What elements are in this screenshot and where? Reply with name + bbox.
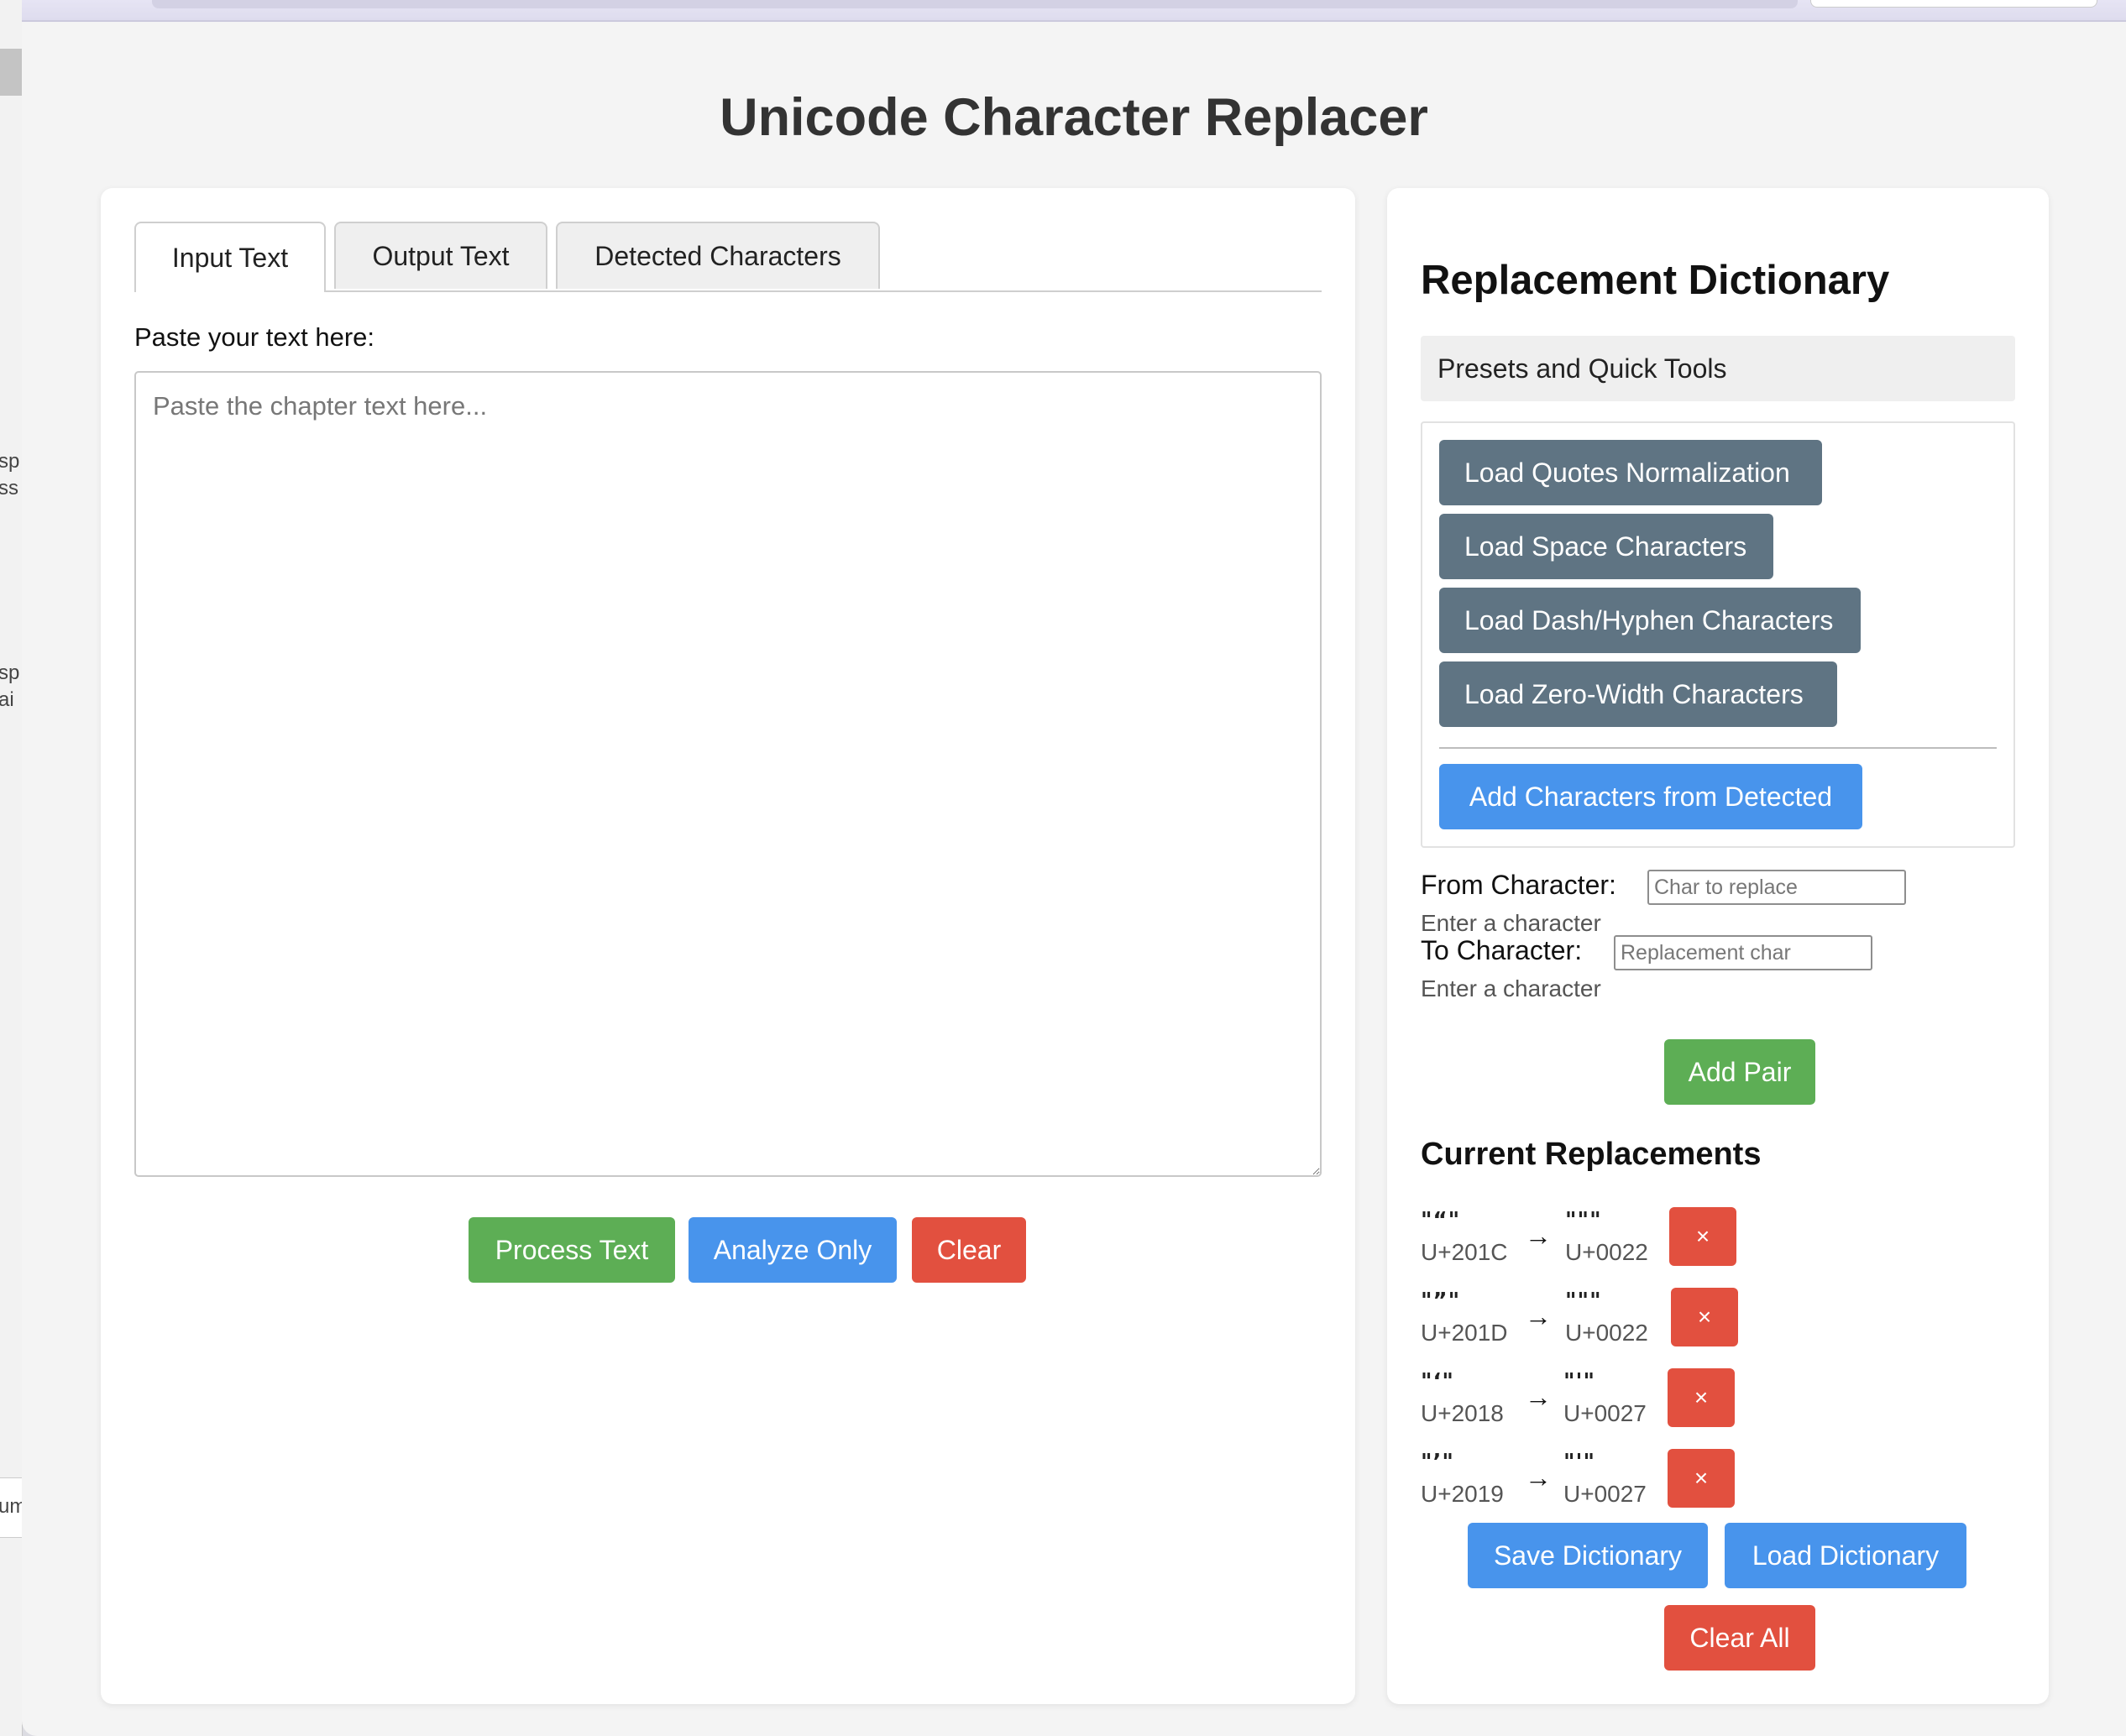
- delete-replacement-button[interactable]: ×: [1671, 1288, 1738, 1346]
- text-panel: Input Text Output Text Detected Characte…: [101, 188, 1355, 1704]
- load-zero-width-button[interactable]: Load Zero-Width Characters: [1439, 661, 1837, 727]
- address-bar[interactable]: [152, 0, 1798, 8]
- clear-all-button[interactable]: Clear All: [1664, 1605, 1815, 1671]
- clear-button[interactable]: Clear: [912, 1217, 1026, 1283]
- background-window: sp ss sp ai um: [0, 0, 26, 1736]
- background-text-fragment: ss: [0, 477, 18, 499]
- app-page: Unicode Character Replacer Input Text Ou…: [22, 22, 2126, 1736]
- to-char: """: [1565, 1289, 1602, 1314]
- arrow-right-icon: →: [1525, 1462, 1552, 1493]
- to-character-input[interactable]: [1614, 935, 1872, 970]
- to-codepoint: U+0022: [1565, 1239, 1648, 1265]
- delete-replacement-button[interactable]: ×: [1668, 1449, 1735, 1508]
- from-character-input[interactable]: [1647, 870, 1906, 905]
- page-title: Unicode Character Replacer: [720, 88, 1428, 147]
- from-char: "’": [1421, 1450, 1454, 1475]
- browser-toolbar-strip: [22, 0, 2126, 22]
- tab-output-text[interactable]: Output Text: [334, 222, 547, 289]
- presets-divider: [1439, 747, 1997, 749]
- replacement-row: "‘" U+2018 → "'" U+0027 ×: [1421, 1368, 1773, 1435]
- background-window-field: um: [0, 1477, 26, 1538]
- arrow-right-icon: →: [1525, 1382, 1552, 1412]
- replacement-row: "”" U+201D → """ U+0022 ×: [1421, 1288, 1773, 1355]
- from-char: "‘": [1421, 1369, 1454, 1394]
- input-label: Paste your text here:: [134, 322, 375, 352]
- from-codepoint: U+2018: [1421, 1400, 1504, 1426]
- current-replacements-title: Current Replacements: [1421, 1137, 1762, 1172]
- to-character-hint: Enter a character: [1421, 975, 1601, 1001]
- from-char: "”": [1421, 1289, 1461, 1314]
- replacement-row: "“" U+201C → """ U+0022 ×: [1421, 1207, 1773, 1274]
- load-quotes-button[interactable]: Load Quotes Normalization: [1439, 440, 1822, 505]
- from-codepoint: U+201C: [1421, 1239, 1508, 1265]
- toolbar-box[interactable]: [1810, 0, 2097, 8]
- background-text-fragment: sp: [0, 450, 20, 473]
- tab-bar: Input Text Output Text Detected Characte…: [134, 222, 1322, 292]
- tab-input-text[interactable]: Input Text: [134, 222, 326, 292]
- replacement-row: "’" U+2019 → "'" U+0027 ×: [1421, 1449, 1773, 1516]
- background-text-fragment: ai: [0, 688, 14, 711]
- to-codepoint: U+0022: [1565, 1320, 1648, 1346]
- arrow-right-icon: →: [1525, 1221, 1552, 1251]
- arrow-right-icon: →: [1525, 1301, 1552, 1331]
- load-dash-hyphen-button[interactable]: Load Dash/Hyphen Characters: [1439, 588, 1861, 653]
- dictionary-title: Replacement Dictionary: [1421, 258, 1890, 303]
- from-codepoint: U+201D: [1421, 1320, 1508, 1346]
- presets-panel: Load Quotes Normalization Load Space Cha…: [1421, 421, 2015, 848]
- from-character-hint: Enter a character: [1421, 910, 1601, 936]
- analyze-only-button[interactable]: Analyze Only: [689, 1217, 897, 1283]
- load-space-button[interactable]: Load Space Characters: [1439, 514, 1773, 579]
- background-text-fragment: sp: [0, 661, 20, 684]
- to-char: "'": [1563, 1450, 1596, 1475]
- from-char: "“": [1421, 1208, 1461, 1233]
- tab-detected-characters[interactable]: Detected Characters: [556, 222, 880, 289]
- dictionary-panel: Replacement Dictionary Presets and Quick…: [1387, 188, 2049, 1704]
- load-dictionary-button[interactable]: Load Dictionary: [1725, 1523, 1966, 1588]
- add-from-detected-button[interactable]: Add Characters from Detected: [1439, 764, 1862, 829]
- from-codepoint: U+2019: [1421, 1481, 1504, 1507]
- to-codepoint: U+0027: [1563, 1481, 1647, 1507]
- background-window-bar: [0, 49, 22, 96]
- from-character-label: From Character:: [1421, 870, 1616, 900]
- delete-replacement-button[interactable]: ×: [1668, 1368, 1735, 1427]
- to-char: """: [1565, 1208, 1602, 1233]
- presets-toggle[interactable]: Presets and Quick Tools: [1421, 336, 2015, 401]
- to-codepoint: U+0027: [1563, 1400, 1647, 1426]
- save-dictionary-button[interactable]: Save Dictionary: [1468, 1523, 1708, 1588]
- to-character-label: To Character:: [1421, 935, 1583, 965]
- add-pair-button[interactable]: Add Pair: [1664, 1039, 1815, 1105]
- process-text-button[interactable]: Process Text: [469, 1217, 675, 1283]
- delete-replacement-button[interactable]: ×: [1669, 1207, 1736, 1266]
- input-textarea[interactable]: [134, 371, 1322, 1177]
- to-char: "'": [1563, 1369, 1596, 1394]
